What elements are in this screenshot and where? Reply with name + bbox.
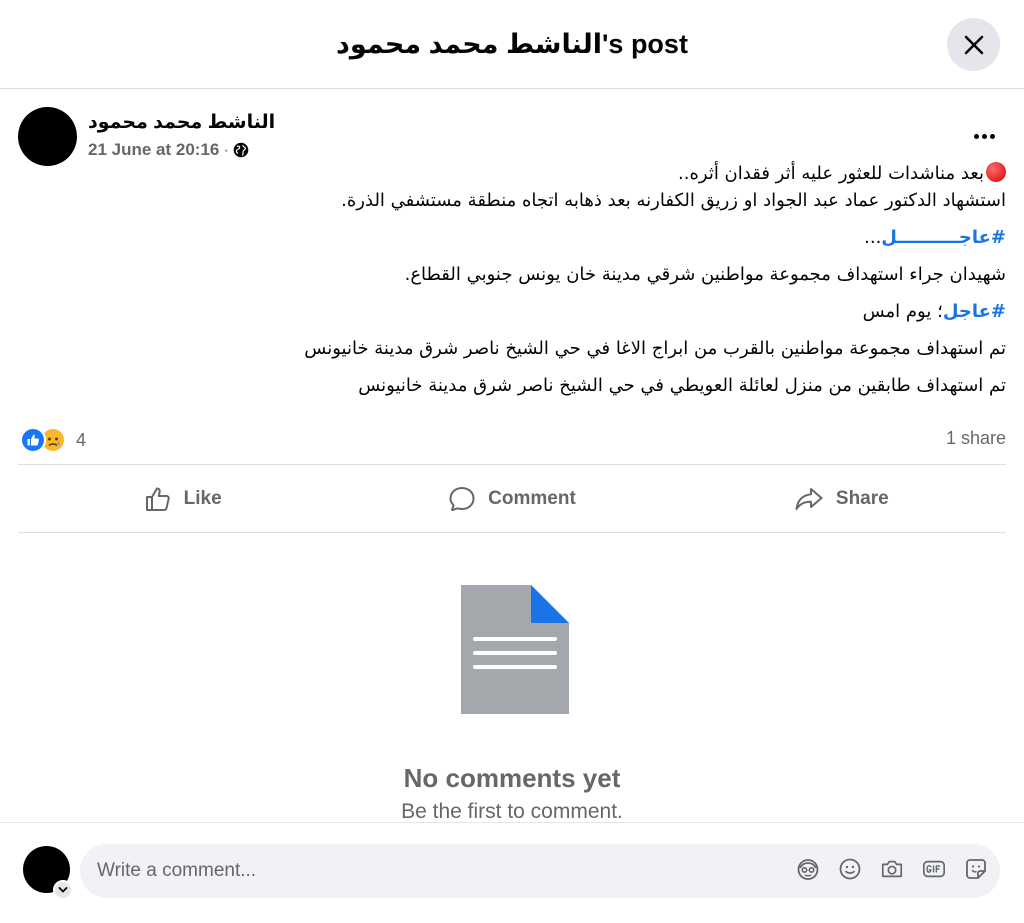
like-icon: [145, 487, 170, 511]
reaction-summary[interactable]: 4: [20, 426, 86, 454]
gif-button[interactable]: [922, 857, 946, 881]
like-reaction-icon: [20, 427, 46, 453]
dialog-header: الناشط محمد محمود's post: [0, 0, 1024, 89]
globe-icon: [233, 142, 249, 158]
comment-icon: [449, 486, 475, 511]
empty-subtitle: Be the first to comment.: [401, 800, 623, 823]
sticker-icon: [966, 859, 986, 879]
post-line: شهيدان جراء استهداف مجموعة مواطنين شرقي …: [404, 264, 1006, 285]
emoji-icon: [839, 858, 861, 880]
post-text: بعد مناشدات للعثور عليه أثر فقدان أثره..…: [206, 160, 1006, 399]
post-date[interactable]: 21 June at 20:16: [88, 140, 219, 160]
post-line: استشهاد الدكتور عماد عبد الجواد او زريق …: [341, 190, 1006, 211]
share-button[interactable]: Share: [677, 465, 1006, 532]
hashtag-link[interactable]: #عاجل: [943, 301, 1006, 322]
author-name[interactable]: الناشط محمد محمود: [88, 111, 275, 134]
post-meta: 21 June at 20:16 ·: [88, 140, 249, 160]
chevron-down-icon[interactable]: [53, 880, 73, 900]
avatar-sticker-icon: [797, 859, 819, 880]
gif-icon: [923, 860, 945, 878]
camera-button[interactable]: [880, 857, 904, 881]
camera-icon: [881, 860, 903, 878]
share-icon: [795, 487, 823, 510]
emoji-button[interactable]: [838, 857, 862, 881]
post-line: #عاجل؛ يوم امس: [862, 301, 1006, 322]
document-icon: [461, 585, 569, 714]
comment-tools: [796, 857, 988, 881]
author-avatar[interactable]: [18, 107, 77, 166]
share-label: Share: [835, 487, 889, 509]
close-icon: [964, 35, 983, 54]
post-line: تم استهداف طابقين من منزل لعائلة العويطي…: [358, 375, 1006, 396]
more-icon: [973, 133, 979, 139]
dialog-title: الناشط محمد محمود's post: [336, 28, 688, 59]
post-options-button[interactable]: [964, 121, 1004, 151]
close-button[interactable]: [947, 18, 1000, 71]
comment-label: Comment: [488, 487, 576, 509]
post-line: بعد مناشدات للعثور عليه أثر فقدان أثره..: [206, 160, 1006, 187]
red-circle-emoji: [986, 162, 1006, 182]
comment-button[interactable]: Comment: [347, 465, 676, 532]
like-button[interactable]: Like: [18, 465, 347, 532]
post-line: تم استهداف مجموعة مواطنين بالقرب من ابرا…: [304, 338, 1006, 359]
like-label: Like: [183, 487, 222, 509]
empty-title: No comments yet: [403, 763, 621, 793]
comment-composer: [0, 822, 1024, 923]
reaction-count: 4: [76, 429, 87, 450]
avatar-sticker-button[interactable]: [796, 857, 820, 881]
sticker-button[interactable]: [964, 857, 988, 881]
post-header: الناشط محمد محمود 21 June at 20:16 ·: [18, 107, 1008, 167]
hashtag-link[interactable]: #عاجــــــــــل: [881, 227, 1006, 248]
share-count[interactable]: 1 share: [946, 428, 1006, 449]
post-line: #عاجــــــــــل...: [864, 227, 1006, 248]
action-bar: Like Comment Share: [18, 464, 1006, 533]
meta-separator: ·: [223, 140, 230, 159]
